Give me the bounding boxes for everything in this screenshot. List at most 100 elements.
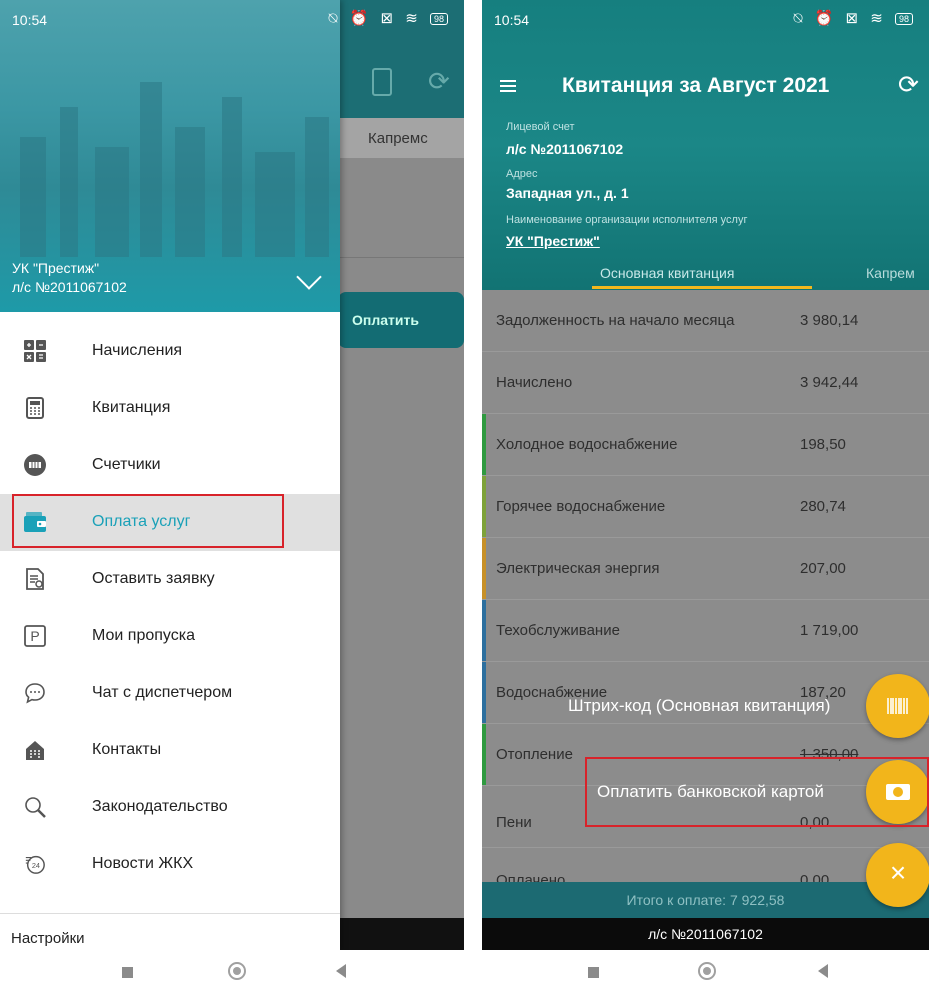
- background-tab: Капремс: [330, 118, 464, 158]
- menu-item-contacts[interactable]: Контакты: [0, 722, 340, 779]
- total-bar: Итого к оплате: 7 922,58: [482, 882, 929, 918]
- item-name: Техобслуживание: [496, 622, 620, 639]
- menu-label: Мои пропуска: [92, 627, 195, 644]
- address-value: Западная ул., д. 1: [506, 185, 629, 201]
- status-icons: ⍉ ⏰ ⊠ ≋ 98: [794, 9, 913, 27]
- item-name: Пени: [496, 814, 532, 831]
- receipt-icon: [372, 68, 392, 96]
- news-24-icon: 24: [24, 853, 46, 875]
- menu-label: Новости ЖКХ: [92, 855, 194, 872]
- background-tab-label: Капремс: [368, 130, 428, 147]
- meter-icon: [24, 454, 46, 476]
- status-time: 10:54: [494, 12, 530, 28]
- battery-icon: 98: [429, 13, 448, 26]
- item-value: 3 980,14: [800, 312, 859, 329]
- menu-item-charges[interactable]: Начисления: [0, 323, 340, 380]
- tab-capital-repair[interactable]: Капрем: [866, 265, 915, 281]
- receipt-icon: [24, 397, 46, 419]
- menu-item-news[interactable]: 24 Новости ЖКХ: [0, 836, 340, 893]
- org-value[interactable]: УК "Престиж": [506, 233, 600, 249]
- recents-button[interactable]: [122, 967, 133, 978]
- refresh-icon[interactable]: ⟳: [898, 70, 919, 100]
- parking-icon: P: [24, 625, 46, 647]
- menu-label: Контакты: [92, 741, 162, 758]
- menu-label: Начисления: [92, 342, 183, 359]
- barcode-fab-label[interactable]: Штрих-код (Основная квитанция): [568, 696, 830, 716]
- back-button[interactable]: [818, 964, 828, 978]
- list-item[interactable]: Задолженность на начало месяца 3 980,14: [482, 290, 929, 352]
- svg-text:24: 24: [32, 861, 40, 870]
- hamburger-menu-icon[interactable]: [500, 80, 516, 92]
- menu-item-meters[interactable]: Счетчики: [0, 437, 340, 494]
- drawer-header[interactable]: УК "Престиж" л/с №2011067102: [0, 0, 340, 312]
- building-icon: [24, 739, 46, 761]
- highlight-box: [12, 494, 284, 548]
- item-value: 3 942,44: [800, 374, 859, 391]
- left-screen: ⟳ Капремс Оплатить УК "Престиж" л/с №201…: [0, 0, 464, 994]
- list-item[interactable]: Электрическая энергия 207,00: [482, 538, 929, 600]
- menu-item-request[interactable]: Оставить заявку: [0, 551, 340, 608]
- request-icon: [24, 568, 46, 590]
- item-name: Электрическая энергия: [496, 560, 660, 577]
- menu-item-passes[interactable]: P Мои пропуска: [0, 608, 340, 665]
- tab-indicator: [592, 286, 812, 289]
- menu-label: Счетчики: [92, 456, 161, 473]
- home-button[interactable]: [698, 962, 716, 980]
- item-value: 198,50: [800, 436, 846, 453]
- menu-item-chat[interactable]: Чат с диспетчером: [0, 665, 340, 722]
- highlight-box: [585, 757, 929, 827]
- system-nav-bar: [482, 950, 929, 994]
- menu-label: Оставить заявку: [92, 570, 215, 587]
- close-icon: ×: [889, 857, 907, 888]
- background-bottom-bar: [340, 918, 464, 950]
- navigation-drawer: УК "Престиж" л/с №2011067102 Начисления …: [0, 0, 340, 950]
- menu-label: Чат с диспетчером: [92, 684, 233, 701]
- calculator-icon: [24, 340, 46, 362]
- pay-button-label: Оплатить: [352, 312, 419, 328]
- item-value: 207,00: [800, 560, 846, 577]
- system-nav-bar: [0, 950, 464, 994]
- menu-label: Законодательство: [92, 798, 228, 815]
- barcode-button[interactable]: [866, 674, 929, 738]
- tab-main-receipt[interactable]: Основная квитанция: [600, 265, 734, 281]
- list-item[interactable]: Начислено 3 942,44: [482, 352, 929, 414]
- barcode-icon: [887, 698, 908, 714]
- chevron-down-icon[interactable]: [296, 264, 322, 290]
- list-item[interactable]: Техобслуживание 1 719,00: [482, 600, 929, 662]
- org-label: Наименование организации исполнителя усл…: [506, 214, 748, 226]
- account-number: л/с №2011067102: [12, 279, 127, 295]
- menu-label: Квитанция: [92, 399, 171, 416]
- home-button[interactable]: [228, 962, 246, 980]
- item-name: Холодное водоснабжение: [496, 436, 678, 453]
- account-footer: л/с №2011067102: [482, 918, 929, 950]
- item-name: Начислено: [496, 374, 573, 391]
- page-title: Квитанция за Август 2021: [562, 74, 830, 97]
- divider: [340, 257, 464, 258]
- item-name: Отопление: [496, 746, 573, 763]
- battery-icon: 98: [894, 13, 913, 26]
- drawer-divider: [0, 913, 340, 914]
- list-item[interactable]: Горячее водоснабжение 280,74: [482, 476, 929, 538]
- menu-item-legislation[interactable]: Законодательство: [0, 779, 340, 836]
- close-fab-button[interactable]: ×: [866, 843, 929, 907]
- svg-text:P: P: [30, 628, 39, 644]
- back-button[interactable]: [336, 964, 346, 978]
- address-label: Адрес: [506, 168, 538, 180]
- item-name: Задолженность на начало месяца: [496, 312, 735, 329]
- item-value: 1 719,00: [800, 622, 859, 639]
- item-name: Горячее водоснабжение: [496, 498, 666, 515]
- recents-button[interactable]: [588, 967, 599, 978]
- status-bar: 10:54 ⍉ ⏰ ⊠ ≋ 98: [0, 0, 464, 42]
- org-name: УК "Престиж": [12, 260, 100, 276]
- background-pay-button: Оплатить: [338, 292, 464, 348]
- settings-item[interactable]: Настройки: [11, 930, 85, 947]
- status-bar: 10:54 ⍉ ⏰ ⊠ ≋ 98: [482, 0, 929, 42]
- menu-item-receipt[interactable]: Квитанция: [0, 380, 340, 437]
- refresh-icon: ⟳: [428, 66, 450, 96]
- receipt-header: Квитанция за Август 2021 ⟳ Лицевой счет …: [482, 0, 929, 290]
- list-item[interactable]: Холодное водоснабжение 198,50: [482, 414, 929, 476]
- account-footer-label: л/с №2011067102: [648, 926, 763, 942]
- chat-icon: [24, 682, 46, 704]
- status-icons: ⍉ ⏰ ⊠ ≋ 98: [329, 9, 448, 27]
- total-amount: Итого к оплате: 7 922,58: [626, 892, 785, 908]
